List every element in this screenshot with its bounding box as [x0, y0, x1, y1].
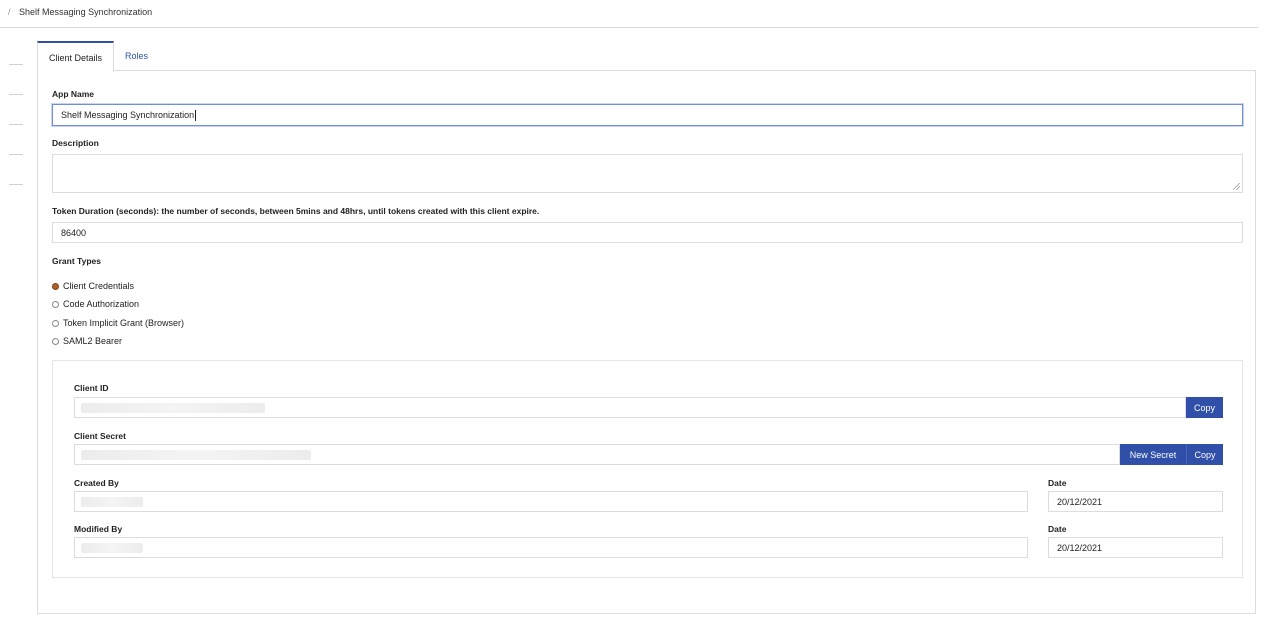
created-by-input[interactable]	[74, 491, 1028, 512]
radio-unchecked-icon[interactable]	[52, 300, 59, 308]
grant-type-label: Client Credentials	[63, 281, 135, 291]
created-date-input[interactable]: 20/12/2021	[1048, 491, 1223, 512]
header-divider	[0, 27, 1258, 28]
client-secret-input[interactable]	[74, 444, 1120, 465]
sidebar-mark[interactable]	[9, 64, 23, 65]
grant-types-label: Grant Types	[52, 256, 101, 266]
modified-by-label: Modified By	[74, 524, 123, 534]
token-duration-input[interactable]: 86400	[52, 222, 1243, 243]
text-caret	[195, 109, 197, 121]
sidebar-mark[interactable]	[9, 184, 23, 185]
grant-type-label: Code Authorization	[63, 299, 140, 309]
description-textarea[interactable]	[52, 154, 1243, 193]
app-name-label: App Name	[52, 89, 95, 99]
grant-type-saml2-bearer[interactable]: SAML2 Bearer	[52, 336, 122, 346]
breadcrumb: / Shelf Messaging Synchronization	[8, 7, 152, 17]
grant-type-label: SAML2 Bearer	[63, 336, 123, 346]
tab-client-details[interactable]: Client Details	[37, 41, 115, 72]
copy-client-id-button[interactable]: Copy	[1186, 397, 1223, 418]
grant-type-client-credentials[interactable]: Client Credentials	[52, 281, 134, 291]
sidebar-mark[interactable]	[9, 94, 23, 95]
sidebar-collapsed-marks	[9, 64, 23, 214]
client-details-panel: App Name Shelf Messaging Synchronization…	[37, 70, 1256, 614]
redacted-value	[81, 497, 143, 507]
redacted-value	[81, 450, 311, 460]
modified-date-input[interactable]: 20/12/2021	[1048, 537, 1223, 558]
grant-type-label: Token Implicit Grant (Browser)	[63, 318, 185, 328]
radio-unchecked-icon[interactable]	[52, 319, 59, 327]
radio-unchecked-icon[interactable]	[52, 337, 59, 345]
tab-bar: Client Details Roles	[37, 41, 159, 72]
redacted-value	[81, 543, 143, 553]
resize-handle-icon[interactable]	[1233, 183, 1240, 190]
client-secret-label: Client Secret	[74, 431, 126, 441]
created-date-value: 20/12/2021	[1057, 496, 1103, 507]
breadcrumb-current[interactable]: Shelf Messaging Synchronization	[19, 7, 152, 17]
token-duration-label: Token Duration (seconds): the number of …	[52, 206, 540, 216]
modified-by-input[interactable]	[74, 537, 1028, 558]
credentials-panel: Client ID Copy Client Secret New Secret …	[52, 360, 1243, 578]
app-name-input[interactable]: Shelf Messaging Synchronization	[52, 104, 1243, 126]
sidebar-mark[interactable]	[9, 124, 23, 125]
sidebar-mark[interactable]	[9, 154, 23, 155]
app-name-value: Shelf Messaging Synchronization	[61, 110, 195, 120]
grant-type-token-implicit[interactable]: Token Implicit Grant (Browser)	[52, 318, 184, 328]
client-id-label: Client ID	[74, 383, 109, 393]
description-label: Description	[52, 138, 99, 148]
grant-type-code-authorization[interactable]: Code Authorization	[52, 299, 139, 309]
token-duration-value: 86400	[61, 227, 87, 238]
modified-date-label: Date	[1048, 524, 1067, 534]
modified-date-value: 20/12/2021	[1057, 542, 1103, 553]
copy-client-secret-button[interactable]: Copy	[1186, 444, 1223, 465]
redacted-value	[81, 403, 265, 413]
client-id-input[interactable]	[74, 397, 1186, 418]
tab-roles[interactable]: Roles	[114, 41, 159, 71]
breadcrumb-separator: /	[8, 7, 11, 17]
radio-checked-icon[interactable]	[52, 282, 59, 290]
created-date-label: Date	[1048, 478, 1067, 488]
new-secret-button[interactable]: New Secret	[1120, 444, 1186, 465]
created-by-label: Created By	[74, 478, 119, 488]
